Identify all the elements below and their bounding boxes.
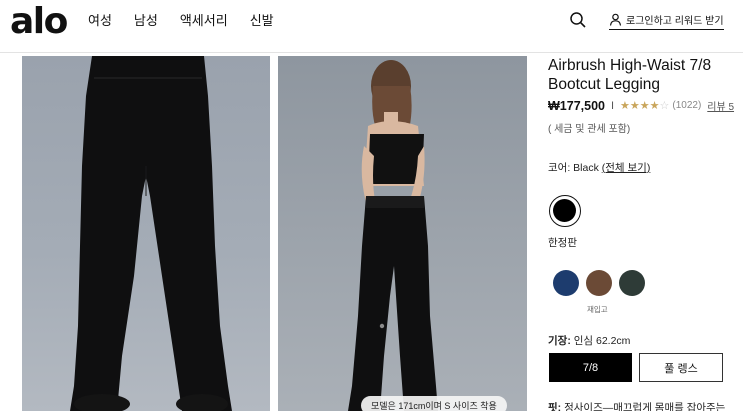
product-title-line1: Airbrush High-Waist 7/8 xyxy=(548,57,712,74)
login-label: 로그인하고 리워드 받기 xyxy=(626,16,724,27)
login-rewards-link[interactable]: 로그인하고 리워드 받기 xyxy=(609,12,724,30)
price-rating-row: ₩177,500 I ★★★★☆ (1022) 리뷰 5 xyxy=(548,98,734,114)
nav-item-accessories[interactable]: 액세서리 xyxy=(180,12,228,30)
user-icon xyxy=(609,13,622,26)
review-link[interactable]: 리뷰 5 xyxy=(707,98,734,113)
fit-label: 핏: xyxy=(548,402,562,411)
price-separator: I xyxy=(610,99,615,112)
fit-row: 핏: 정사이즈—매끄럽게 몸매를 잡아주는 xyxy=(548,400,725,411)
view-all-colors-link[interactable]: (전체 보기) xyxy=(602,162,651,174)
color-label: 코어: Black xyxy=(548,162,599,174)
star-filled-icons: ★★★★ xyxy=(620,100,660,112)
color-label-row: 코어: Black (전체 보기) xyxy=(548,160,650,175)
swatch-fill xyxy=(553,199,576,222)
length-row: 기장: 인심 62.2cm xyxy=(548,333,630,348)
site-header: alo 여성 남성 액세서리 신발 로그인하고 리워드 받기 xyxy=(0,0,743,53)
product-image-front[interactable] xyxy=(22,56,270,411)
limited-edition-label: 한정판 xyxy=(548,237,577,249)
nav-item-men[interactable]: 남성 xyxy=(134,12,158,30)
length-label: 기장: xyxy=(548,335,571,347)
color-swatch-navy[interactable] xyxy=(553,270,579,296)
legging-front-illustration xyxy=(70,56,232,411)
rating-stars[interactable]: ★★★★☆ xyxy=(620,99,669,112)
product-title: Airbrush High-Waist 7/8 Bootcut Legging xyxy=(548,56,743,94)
product-title-line2: Bootcut Legging xyxy=(548,76,661,93)
length-option-full-button[interactable]: 풀 렝스 xyxy=(639,353,723,382)
model-size-caption: 모델은 171cm이며 S 사이즈 착용 xyxy=(361,396,507,411)
nav-item-shoes[interactable]: 신발 xyxy=(250,12,274,30)
color-swatch-dark-green[interactable] xyxy=(619,270,645,296)
length-option-7-8-button[interactable]: 7/8 xyxy=(549,353,632,382)
color-swatch-brown[interactable] xyxy=(586,270,612,296)
search-icon[interactable] xyxy=(569,11,587,29)
color-swatch-black-selected[interactable] xyxy=(549,195,581,227)
restock-label: 재입고 xyxy=(587,305,608,314)
review-count: (1022) xyxy=(672,100,702,111)
length-value: 인심 62.2cm xyxy=(573,335,631,347)
product-price: ₩177,500 xyxy=(548,98,605,113)
main-nav: 여성 남성 액세서리 신발 xyxy=(88,12,296,30)
star-empty-icon: ☆ xyxy=(659,100,670,112)
product-image-back[interactable]: 모델은 171cm이며 S 사이즈 착용 xyxy=(278,56,527,411)
product-info-panel: Airbrush High-Waist 7/8 Bootcut Legging … xyxy=(548,56,743,411)
alo-logo[interactable]: alo xyxy=(10,2,68,42)
model-back-illustration xyxy=(348,60,438,411)
fit-value: 정사이즈—매끄럽게 몸매를 잡아주는 xyxy=(564,402,726,411)
tax-note: ( 세금 및 관세 포함) xyxy=(548,124,631,135)
nav-item-women[interactable]: 여성 xyxy=(88,12,112,30)
